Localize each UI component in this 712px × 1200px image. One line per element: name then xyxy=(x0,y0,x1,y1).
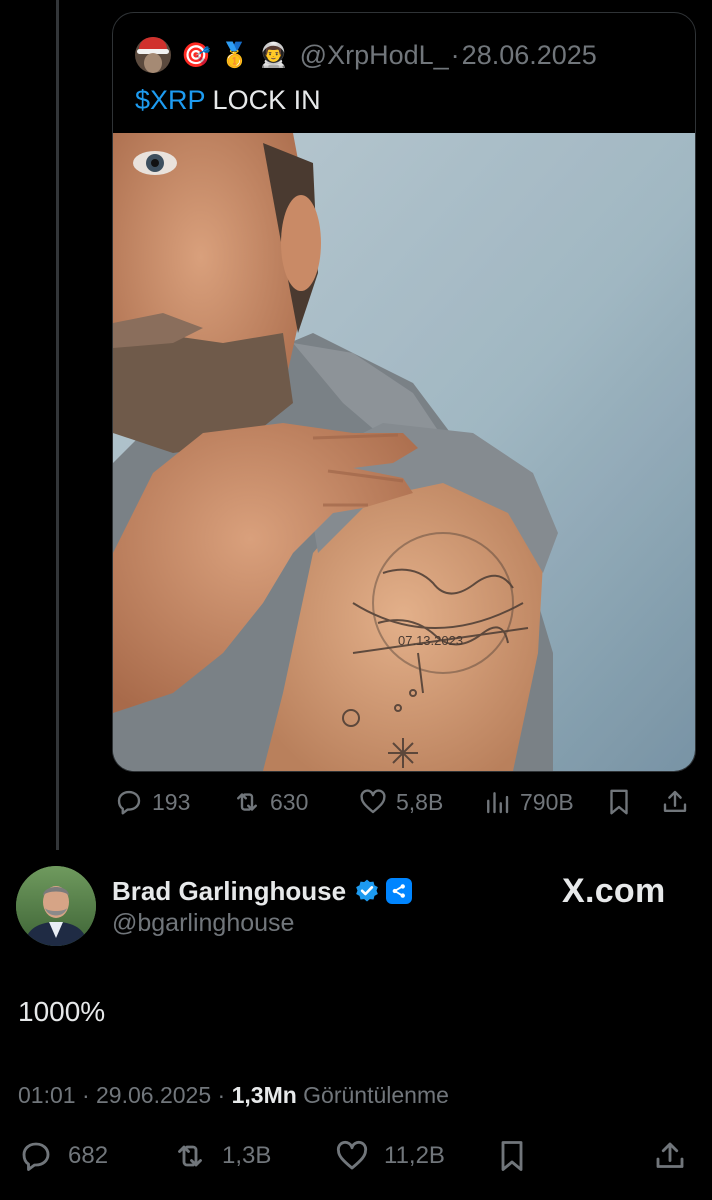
like-count: 11,2B xyxy=(384,1142,445,1169)
bookmark-button[interactable] xyxy=(494,1140,530,1172)
reply-icon xyxy=(22,1142,50,1171)
share-icon xyxy=(663,790,687,812)
tweet-meta-separator-2: · xyxy=(217,1082,226,1108)
repost-icon xyxy=(178,1145,202,1167)
reply-button[interactable]: 682 xyxy=(18,1140,108,1172)
x-com-watermark: X.com xyxy=(562,872,666,910)
tweet-time[interactable]: 01:01 xyxy=(18,1082,76,1108)
quoted-view-count: 790B xyxy=(520,788,574,815)
quoted-views-button[interactable]: 790B xyxy=(482,786,574,818)
quoted-like-button[interactable]: 5,8B xyxy=(358,786,443,818)
quoted-tweet-body: LOCK IN xyxy=(205,85,321,115)
tweet-actions: 682 1,3B 11,2B xyxy=(0,1140,712,1176)
quoted-bookmark-button[interactable] xyxy=(604,786,634,818)
ripple-affiliate-icon[interactable] xyxy=(386,878,413,904)
quoted-repost-button[interactable]: 630 xyxy=(232,786,308,818)
quoted-tweet-header: 🎯 🥇 👨‍🚀 @XrpHodL_ · 28.06.2025 xyxy=(135,37,597,73)
tweet-view-count: 1,3Mn xyxy=(231,1082,297,1108)
xrp-cashtag-link[interactable]: $XRP xyxy=(135,85,205,115)
repost-icon xyxy=(237,793,257,811)
quoted-repost-count: 630 xyxy=(270,788,309,815)
quoted-reply-count: 193 xyxy=(152,788,191,815)
share-icon xyxy=(656,1142,684,1168)
quoted-meta-separator: · xyxy=(450,39,460,70)
like-icon xyxy=(360,789,386,814)
quoted-tweet-photo[interactable]: 07.13.2023 xyxy=(113,133,695,771)
author-name[interactable]: Brad Garlinghouse xyxy=(112,876,346,907)
repost-button[interactable]: 1,3B xyxy=(172,1140,271,1172)
bookmark-icon xyxy=(610,789,628,815)
reply-icon xyxy=(117,790,141,815)
thread-connector-line xyxy=(56,0,59,850)
quoted-tweet-date[interactable]: 28.06.2025 xyxy=(462,40,597,71)
target-emoji-icon: 🎯 xyxy=(181,41,211,69)
quoted-like-count: 5,8B xyxy=(396,788,444,815)
tweet-views-label: Görüntülenme xyxy=(303,1082,449,1108)
tweet-meta-separator: · xyxy=(81,1082,90,1108)
gold-medal-emoji-icon: 🥇 xyxy=(219,41,250,69)
reply-count: 682 xyxy=(68,1142,109,1169)
tattoo-date-text: 07.13.2023 xyxy=(398,633,463,648)
verified-badge-icon xyxy=(356,879,378,902)
like-button[interactable]: 11,2B xyxy=(334,1140,445,1172)
quoted-user-handle[interactable]: @XrpHodL_ xyxy=(300,40,449,71)
like-icon xyxy=(336,1140,368,1170)
tweet-text: 1000% xyxy=(18,996,106,1027)
author-name-row: Brad Garlinghouse xyxy=(112,876,413,907)
share-button[interactable] xyxy=(652,1140,688,1172)
astronaut-emoji-icon: 👨‍🚀 xyxy=(258,41,289,69)
quoted-tweet-text: $XRP LOCK IN xyxy=(135,85,321,116)
quoted-tweet-card[interactable]: 🎯 🥇 👨‍🚀 @XrpHodL_ · 28.06.2025 $XRP LOCK… xyxy=(112,12,696,772)
quoted-user-avatar[interactable] xyxy=(135,37,171,73)
views-icon xyxy=(487,792,509,814)
quoted-share-button[interactable] xyxy=(660,786,690,818)
author-handle[interactable]: @bgarlinghouse xyxy=(112,909,294,938)
quoted-reply-button[interactable]: 193 xyxy=(114,786,190,818)
tweet-meta: 01:01 · 29.06.2025 · 1,3Mn Görüntülenme xyxy=(18,1082,449,1109)
author-avatar[interactable] xyxy=(16,866,96,946)
quoted-tweet-actions: 193 630 5,8B 790B xyxy=(112,786,694,818)
repost-count: 1,3B xyxy=(222,1142,272,1169)
tweet-date[interactable]: 29.06.2025 xyxy=(96,1082,211,1108)
bookmark-icon xyxy=(501,1141,523,1171)
